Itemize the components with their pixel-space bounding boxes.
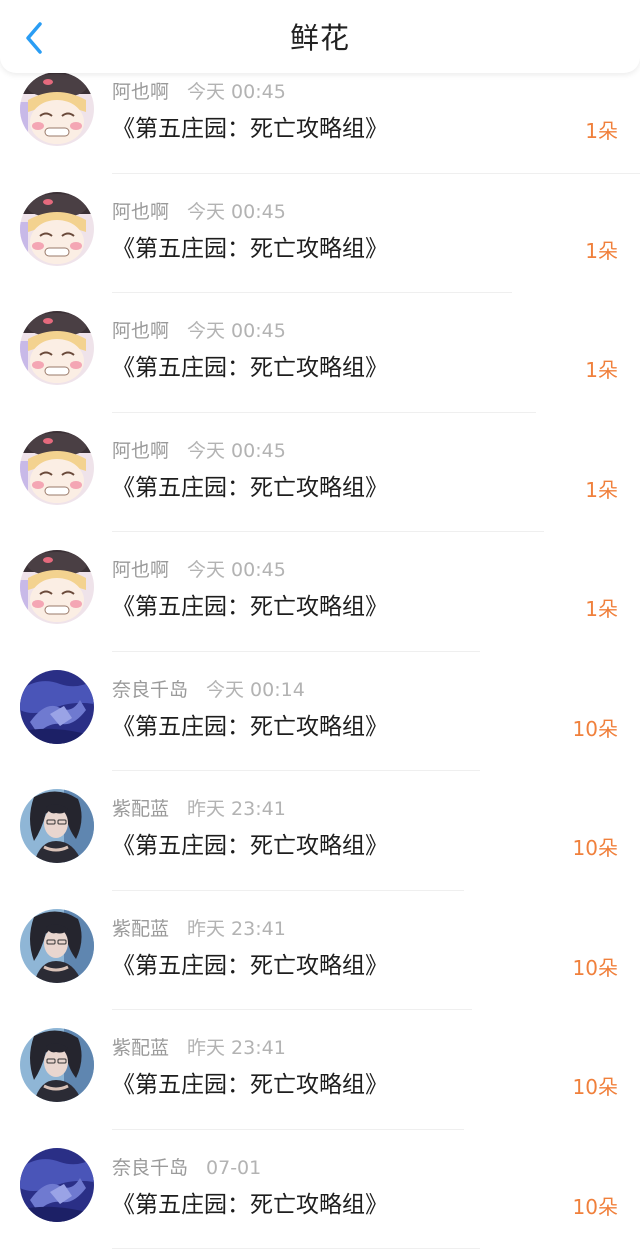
anime-girl-avatar[interactable] [20, 430, 94, 505]
sender-name[interactable]: 阿也啊 [112, 559, 169, 581]
record-meta: 紫配蓝 昨天 23:41 [112, 1034, 286, 1062]
book-title: 《第五庄园：死亡攻略组》 [112, 355, 388, 381]
flower-record-row[interactable]: 阿也啊 今天 00:45 《第五庄园：死亡攻略组》 1朵 [0, 413, 640, 532]
top-navigation-bar: 鲜花 [0, 0, 640, 73]
flower-count: 10朵 [572, 955, 618, 980]
record-meta: 紫配蓝 昨天 23:41 [112, 915, 286, 943]
anime-girl-avatar[interactable] [20, 191, 94, 266]
record-time: 今天 00:14 [206, 678, 305, 701]
dark-hair-avatar[interactable] [20, 908, 94, 983]
flower-count: 1朵 [585, 477, 618, 502]
book-title: 《第五庄园：死亡攻略组》 [112, 952, 388, 979]
record-meta: 奈良千岛 今天 00:14 [112, 676, 305, 704]
flower-record-row[interactable]: 奈良千岛 07-01 《第五庄园：死亡攻略组》 10朵 [0, 1130, 640, 1249]
sender-name[interactable]: 阿也啊 [112, 320, 169, 342]
flower-count: 10朵 [572, 1194, 618, 1219]
anime-girl-avatar[interactable] [20, 311, 94, 385]
sender-name[interactable]: 紫配蓝 [112, 798, 169, 820]
record-time: 昨天 23:41 [187, 798, 286, 820]
flower-count: 10朵 [572, 836, 618, 860]
flower-record-row[interactable]: 奈良千岛 今天 00:14 《第五庄园：死亡攻略组》 10朵 [0, 652, 640, 771]
anime-girl-avatar[interactable] [20, 550, 94, 624]
record-meta: 阿也啊 今天 00:45 [112, 198, 286, 226]
book-title: 《第五庄园：死亡攻略组》 [112, 1191, 388, 1218]
flower-record-row[interactable]: 紫配蓝 昨天 23:41 《第五庄园：死亡攻略组》 10朵 [0, 771, 640, 891]
book-title: 《第五庄园：死亡攻略组》 [112, 594, 388, 620]
record-meta: 阿也啊 今天 00:45 [112, 556, 286, 584]
record-time: 今天 00:45 [187, 81, 286, 103]
dark-hair-avatar[interactable] [20, 1028, 94, 1102]
flower-record-row[interactable]: 阿也啊 今天 00:45 《第五庄园：死亡攻略组》 1朵 [0, 293, 640, 413]
book-title: 《第五庄园：死亡攻略组》 [112, 474, 388, 501]
record-time: 昨天 23:41 [187, 1037, 286, 1059]
flower-record-list: 阿也啊 今天 00:45 《第五庄园：死亡攻略组》 1朵 阿也啊 今天 00:45 … [0, 54, 640, 1249]
sender-name[interactable]: 阿也啊 [112, 201, 169, 223]
record-meta: 阿也啊 今天 00:45 [112, 317, 286, 345]
blue-night-avatar[interactable] [20, 669, 94, 744]
sender-name[interactable]: 紫配蓝 [112, 918, 169, 940]
flower-record-row[interactable]: 紫配蓝 昨天 23:41 《第五庄园：死亡攻略组》 10朵 [0, 1010, 640, 1130]
record-meta: 紫配蓝 昨天 23:41 [112, 795, 286, 823]
record-meta: 阿也啊 今天 00:45 [112, 437, 286, 465]
flower-count: 10朵 [572, 1075, 618, 1099]
record-meta: 奈良千岛 07-01 [112, 1154, 261, 1182]
sender-name[interactable]: 奈良千岛 [112, 679, 188, 701]
flower-count: 1朵 [585, 238, 618, 263]
sender-name[interactable]: 阿也啊 [112, 81, 169, 103]
book-title: 《第五庄园：死亡攻略组》 [112, 235, 388, 262]
flower-count: 1朵 [585, 119, 618, 143]
flower-record-row[interactable]: 阿也啊 今天 00:45 《第五庄园：死亡攻略组》 1朵 [0, 532, 640, 652]
blue-night-avatar[interactable] [20, 1147, 94, 1222]
record-time: 07-01 [206, 1156, 262, 1179]
book-title: 《第五庄园：死亡攻略组》 [112, 1072, 388, 1098]
flower-record-row[interactable]: 紫配蓝 昨天 23:41 《第五庄园：死亡攻略组》 10朵 [0, 891, 640, 1010]
book-title: 《第五庄园：死亡攻略组》 [112, 116, 388, 142]
flower-count: 1朵 [585, 358, 618, 382]
record-time: 昨天 23:41 [187, 917, 286, 940]
record-time: 今天 00:45 [187, 200, 286, 223]
sender-name[interactable]: 奈良千岛 [112, 1157, 188, 1179]
record-time: 今天 00:45 [187, 320, 286, 342]
sender-name[interactable]: 阿也啊 [112, 440, 169, 462]
record-meta: 阿也啊 今天 00:45 [112, 78, 286, 106]
record-time: 今天 00:45 [187, 439, 286, 462]
flower-count: 10朵 [572, 716, 618, 741]
row-divider [112, 1248, 480, 1249]
dark-hair-avatar[interactable] [20, 789, 94, 863]
anime-girl-avatar[interactable] [20, 72, 94, 146]
book-title: 《第五庄园：死亡攻略组》 [112, 713, 388, 740]
book-title: 《第五庄园：死亡攻略组》 [112, 833, 388, 859]
sender-name[interactable]: 紫配蓝 [112, 1037, 169, 1059]
flower-record-row[interactable]: 阿也啊 今天 00:45 《第五庄园：死亡攻略组》 1朵 [0, 174, 640, 293]
flower-count: 1朵 [585, 597, 618, 621]
record-time: 今天 00:45 [187, 559, 286, 581]
page-title: 鲜花 [289, 21, 350, 55]
